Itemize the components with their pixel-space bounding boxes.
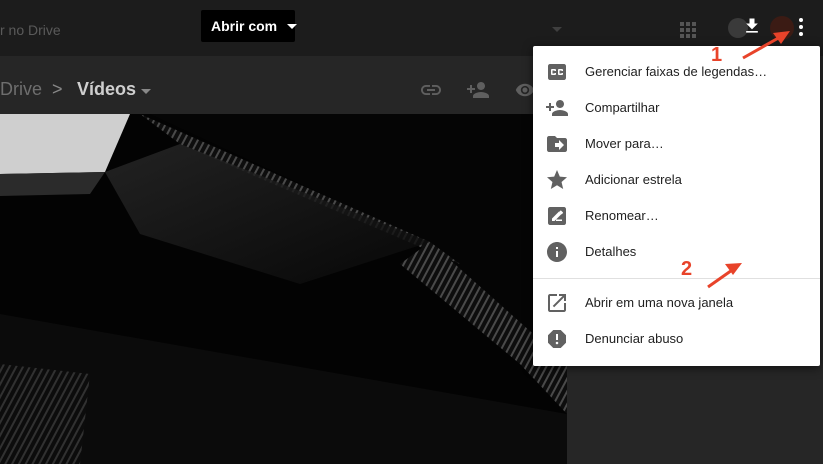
report-icon bbox=[548, 330, 566, 348]
breadcrumb-current[interactable]: Vídeos bbox=[77, 79, 136, 100]
menu-item-add-star[interactable]: Adicionar estrela bbox=[533, 162, 820, 198]
menu-item-label: Gerenciar faixas de legendas… bbox=[585, 64, 768, 79]
search-options-caret[interactable] bbox=[552, 27, 562, 32]
menu-item-move-to[interactable]: Mover para… bbox=[533, 126, 820, 162]
menu-divider bbox=[533, 278, 820, 279]
info-icon bbox=[547, 242, 567, 262]
video-frame-image bbox=[0, 114, 567, 464]
avatar[interactable] bbox=[770, 16, 794, 40]
open-with-label: Abrir com bbox=[211, 18, 278, 34]
menu-item-label: Renomear… bbox=[585, 208, 659, 223]
person-add-icon bbox=[546, 100, 568, 116]
menu-item-label: Abrir em uma nova janela bbox=[585, 295, 734, 310]
menu-item-label: Denunciar abuso bbox=[585, 331, 684, 346]
breadcrumb-root[interactable]: Drive bbox=[0, 79, 42, 100]
menu-item-label: Mover para… bbox=[585, 136, 664, 151]
breadcrumb-separator: > bbox=[52, 79, 63, 99]
rename-pencil-icon bbox=[548, 207, 566, 225]
open-with-button[interactable]: Abrir com bbox=[201, 10, 298, 42]
menu-item-open-new-window[interactable]: Abrir em uma nova janela bbox=[533, 285, 820, 321]
annotation-step-1: 1 bbox=[711, 44, 723, 66]
download-icon[interactable] bbox=[742, 16, 762, 36]
move-to-folder-icon bbox=[547, 136, 567, 152]
video-preview[interactable] bbox=[0, 114, 567, 464]
more-vert-icon[interactable] bbox=[793, 16, 809, 38]
menu-item-share[interactable]: Compartilhar bbox=[533, 90, 820, 126]
menu-item-label: Detalhes bbox=[585, 244, 637, 259]
menu-item-label: Compartilhar bbox=[585, 100, 660, 115]
menu-item-label: Adicionar estrela bbox=[585, 172, 682, 187]
chevron-down-icon[interactable] bbox=[141, 89, 151, 94]
closed-caption-icon bbox=[548, 64, 566, 80]
menu-item-details[interactable]: Detalhes bbox=[533, 234, 820, 270]
open-in-new-icon bbox=[548, 294, 566, 312]
menu-item-rename[interactable]: Renomear… bbox=[533, 198, 820, 234]
apps-grid-icon[interactable] bbox=[680, 22, 696, 38]
menu-item-report-abuse[interactable]: Denunciar abuso bbox=[533, 321, 820, 357]
annotation-step-2: 2 bbox=[681, 258, 693, 280]
search-box-text[interactable]: r no Drive bbox=[0, 22, 61, 38]
star-icon bbox=[547, 170, 567, 189]
add-person-icon[interactable] bbox=[466, 78, 490, 102]
more-actions-menu: Gerenciar faixas de legendas… Compartilh… bbox=[533, 46, 820, 366]
link-icon[interactable] bbox=[419, 78, 443, 102]
chevron-down-icon bbox=[287, 23, 298, 29]
menu-item-manage-captions[interactable]: Gerenciar faixas de legendas… bbox=[533, 54, 820, 90]
